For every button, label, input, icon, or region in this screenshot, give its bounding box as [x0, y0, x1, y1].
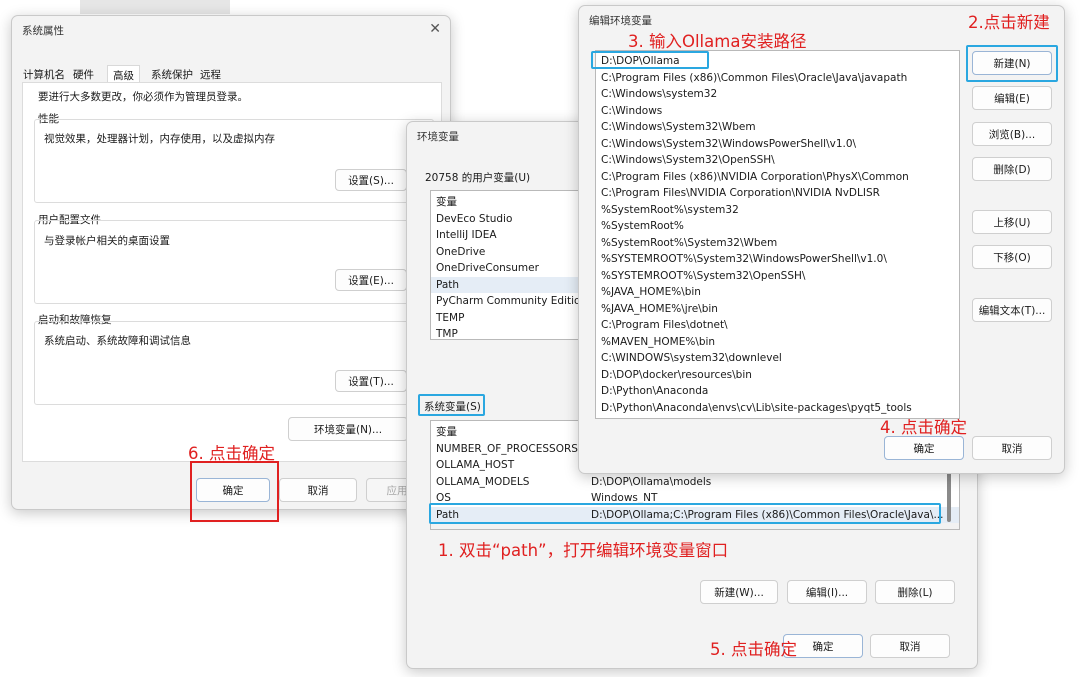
- close-icon[interactable]: ✕: [429, 21, 441, 37]
- list-item[interactable]: C:\Program Files\NVIDIA Corporation\NVID…: [596, 185, 959, 202]
- annotation-step-1: 1. 双击“path”，打开编辑环境变量窗口: [438, 541, 729, 560]
- admin-note: 要进行大多数更改，你必须作为管理员登录。: [38, 91, 248, 103]
- cancel-button[interactable]: 取消: [870, 634, 950, 658]
- list-item[interactable]: C:\Program Files (x86)\Common Files\Orac…: [596, 70, 959, 87]
- var-name: OLLAMA_HOST: [436, 459, 515, 471]
- list-item[interactable]: %JAVA_HOME%\bin: [596, 284, 959, 301]
- annotation-step-6: 6. 点击确定: [188, 444, 275, 463]
- startup-settings-button[interactable]: 设置(T)...: [335, 370, 407, 392]
- window-title: 编辑环境变量: [589, 15, 652, 27]
- list-item[interactable]: %SystemRoot%\System32\Wbem: [596, 235, 959, 252]
- delete-entry-button[interactable]: 删除(D): [972, 157, 1052, 181]
- new-system-variable-button[interactable]: 新建(W)...: [700, 580, 778, 604]
- list-item[interactable]: %MAVEN_HOME%\bin: [596, 334, 959, 351]
- list-item[interactable]: C:\Program Files (x86)\NVIDIA Corporatio…: [596, 169, 959, 186]
- annotation-step-5: 5. 点击确定: [710, 640, 797, 659]
- list-item[interactable]: %SystemRoot%: [596, 218, 959, 235]
- table-row-obscured: [431, 523, 959, 529]
- tab-system-protection[interactable]: 系统保护: [151, 67, 193, 82]
- table-row[interactable]: OLLAMA_MODELS D:\DOP\Ollama\models: [431, 474, 959, 491]
- list-item[interactable]: C:\Windows\System32\WindowsPowerShell\v1…: [596, 136, 959, 153]
- edit-entry-button[interactable]: 编辑(E): [972, 86, 1052, 110]
- list-item[interactable]: %SYSTEMROOT%\System32\WindowsPowerShell\…: [596, 251, 959, 268]
- list-item[interactable]: C:\Windows: [596, 103, 959, 120]
- new-entry-highlight: [591, 51, 709, 69]
- list-item[interactable]: D:\Python\Anaconda: [596, 383, 959, 400]
- list-item[interactable]: C:\Windows\system32: [596, 86, 959, 103]
- annotation-step-4: 4. 点击确定: [880, 418, 967, 437]
- tab-remote[interactable]: 远程: [200, 67, 221, 82]
- browse-button[interactable]: 浏览(B)...: [972, 122, 1052, 146]
- list-item[interactable]: D:\DOP\docker\resources\bin: [596, 367, 959, 384]
- edit-environment-variable-window: 编辑环境变量 D:\DOP\Ollama C:\Program Files (x…: [578, 5, 1065, 474]
- path-entries-list[interactable]: D:\DOP\Ollama C:\Program Files (x86)\Com…: [595, 50, 960, 419]
- window-title: 环境变量: [417, 131, 459, 143]
- list-item[interactable]: C:\Program Files\dotnet\: [596, 317, 959, 334]
- ok-button-highlight: [190, 461, 279, 522]
- list-item[interactable]: C:\Windows\System32\Wbem: [596, 119, 959, 136]
- annotation-step-3: 3. 输入Ollama安装路径: [628, 32, 807, 51]
- annotation-step-2: 2.点击新建: [968, 13, 1050, 32]
- var-name: OLLAMA_MODELS: [436, 475, 530, 488]
- user-variables-heading: 20758 的用户变量(U): [425, 172, 531, 184]
- startup-desc: 系统启动、系统故障和调试信息: [44, 335, 191, 347]
- tab-panel: 要进行大多数更改，你必须作为管理员登录。 性能 视觉效果，处理器计划，内存使用，…: [22, 82, 442, 462]
- list-item[interactable]: %SystemRoot%\system32: [596, 202, 959, 219]
- performance-settings-button[interactable]: 设置(S)...: [335, 169, 407, 191]
- performance-desc: 视觉效果，处理器计划，内存使用，以及虚拟内存: [44, 133, 275, 145]
- path-entries: D:\DOP\Ollama C:\Program Files (x86)\Com…: [596, 51, 959, 416]
- blurred-background: [80, 0, 230, 14]
- list-item[interactable]: %JAVA_HOME%\jre\bin: [596, 301, 959, 318]
- system-properties-window: 系统属性 ✕ 计算机名 硬件 高级 系统保护 远程 要进行大多数更改，你必须作为…: [11, 15, 451, 510]
- list-item[interactable]: C:\Windows\System32\OpenSSH\: [596, 152, 959, 169]
- environment-variables-button[interactable]: 环境变量(N)...: [288, 417, 408, 441]
- tab-hardware[interactable]: 硬件: [73, 67, 94, 82]
- list-item[interactable]: C:\WINDOWS\system32\downlevel: [596, 350, 959, 367]
- move-up-button[interactable]: 上移(U): [972, 210, 1052, 234]
- system-variables-highlight: [418, 394, 485, 416]
- path-row-highlight: [429, 503, 941, 524]
- cancel-button[interactable]: 取消: [972, 436, 1052, 460]
- user-profile-desc: 与登录帐户相关的桌面设置: [44, 235, 170, 247]
- edit-text-button[interactable]: 编辑文本(T)...: [972, 298, 1052, 322]
- var-value: D:\DOP\Ollama\models: [591, 475, 712, 488]
- list-item[interactable]: %SYSTEMROOT%\System32\OpenSSH\: [596, 268, 959, 285]
- tab-computer-name[interactable]: 计算机名: [23, 67, 65, 82]
- ok-button[interactable]: 确定: [884, 436, 964, 460]
- window-title: 系统属性: [22, 25, 64, 37]
- var-name: NUMBER_OF_PROCESSORS: [436, 442, 578, 455]
- new-entry-button[interactable]: 新建(N): [972, 51, 1052, 75]
- user-profile-settings-button[interactable]: 设置(E)...: [335, 269, 407, 291]
- edit-system-variable-button[interactable]: 编辑(I)...: [787, 580, 867, 604]
- delete-system-variable-button[interactable]: 删除(L): [875, 580, 955, 604]
- move-down-button[interactable]: 下移(O): [972, 245, 1052, 269]
- cancel-button[interactable]: 取消: [279, 478, 357, 502]
